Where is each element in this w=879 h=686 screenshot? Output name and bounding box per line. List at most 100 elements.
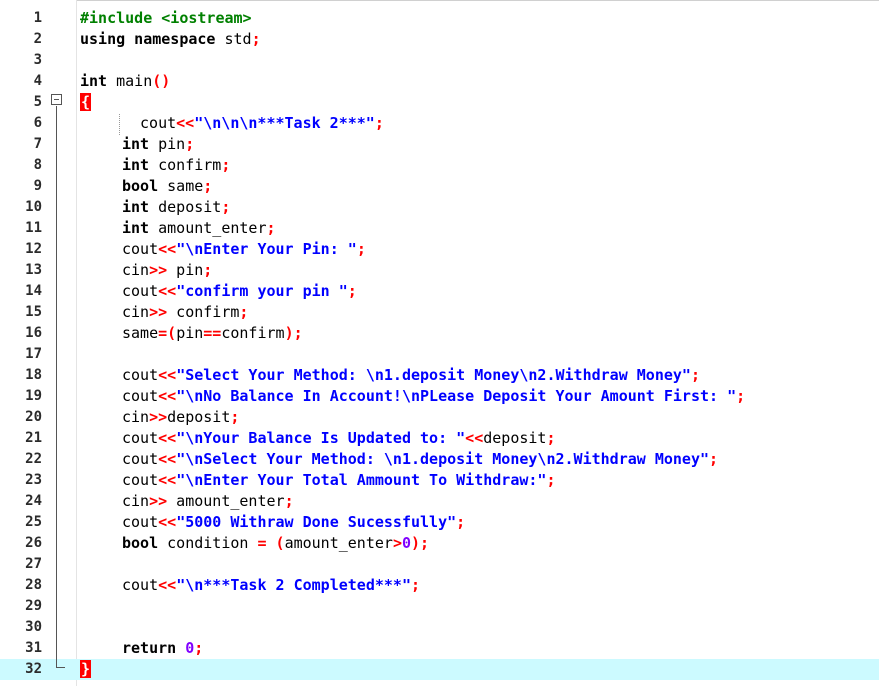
fold-end-marker: [56, 667, 65, 668]
code-editor[interactable]: 1 #include <iostream> 2 using namespace std…: [0, 0, 879, 686]
code-line[interactable]: 8 int confirm;: [0, 155, 879, 176]
code-line[interactable]: 20 cin>>deposit;: [0, 407, 879, 428]
code-token: );: [411, 534, 430, 552]
code-token: >>: [149, 261, 168, 279]
code-line[interactable]: 14 cout<<"confirm your pin ";: [0, 281, 879, 302]
code-text: using namespace std;: [80, 29, 261, 50]
code-token: #include <iostream>: [80, 9, 252, 27]
code-token: pin: [158, 135, 186, 153]
code-token: "\nSelect Your Method: \n1.deposit Money…: [176, 450, 710, 468]
code-line[interactable]: 18 cout<<"Select Your Method: \n1.deposit…: [0, 365, 879, 386]
line-number: 31: [25, 640, 42, 656]
code-line[interactable]: 15 cin>> confirm;: [0, 302, 879, 323]
code-token: ;: [736, 387, 746, 405]
code-token: >>: [149, 408, 168, 426]
code-line[interactable]: 28 cout<<"\n***Task 2 Completed***";: [0, 575, 879, 596]
code-token: >>: [149, 492, 168, 510]
code-token: ;: [203, 261, 213, 279]
code-token: confirm: [221, 324, 285, 342]
code-line[interactable]: 23 cout<<"\nEnter Your Total Ammount To W…: [0, 470, 879, 491]
code-token: using namespace: [80, 30, 225, 48]
code-token: ;: [194, 639, 204, 657]
code-line[interactable]: 9 bool same;: [0, 176, 879, 197]
code-line[interactable]: 10 int deposit;: [0, 197, 879, 218]
code-line[interactable]: 22 cout<<"\nSelect Your Method: \n1.depos…: [0, 449, 879, 470]
code-line[interactable]: 25 cout<<"5000 Withraw Done Sucessfully";: [0, 512, 879, 533]
code-line[interactable]: 4 int main(): [0, 71, 879, 92]
matched-brace: }: [80, 660, 92, 678]
code-line[interactable]: 5{: [0, 92, 879, 113]
code-line[interactable]: 7 int pin;: [0, 134, 879, 155]
code-token: std: [224, 30, 252, 48]
code-line[interactable]: 2 using namespace std;: [0, 29, 879, 50]
editor-top-border: [0, 0, 879, 1]
code-token: ;: [230, 408, 240, 426]
code-line[interactable]: 17: [0, 344, 879, 365]
code-line[interactable]: 29: [0, 596, 879, 617]
code-token: <<: [158, 513, 177, 531]
line-number: 24: [25, 493, 42, 509]
fold-collapse-icon[interactable]: [51, 94, 62, 105]
code-line[interactable]: 6 cout<<"\n\n\n***Task 2***";: [0, 113, 879, 134]
code-token: cin: [122, 261, 150, 279]
code-text: cout<<"Select Your Method: \n1.deposit M…: [122, 365, 700, 386]
code-token: <<: [158, 471, 177, 489]
code-line[interactable]: 21 cout<<"\nYour Balance Is Updated to: "…: [0, 428, 879, 449]
code-token: int: [122, 156, 159, 174]
code-token: confirm: [167, 303, 240, 321]
line-number: 29: [25, 598, 42, 614]
code-line[interactable]: 31 return 0;: [0, 638, 879, 659]
code-token: ;: [546, 471, 556, 489]
line-number: 30: [25, 619, 42, 635]
code-token: >: [392, 534, 402, 552]
code-line[interactable]: 32}: [0, 659, 879, 680]
line-number: 11: [25, 220, 42, 236]
code-token: int: [122, 219, 159, 237]
code-line[interactable]: 1 #include <iostream>: [0, 8, 879, 29]
code-line[interactable]: 19 cout<<"\nNo Balance In Account!\nPLeas…: [0, 386, 879, 407]
code-token: return: [122, 639, 186, 657]
line-number: 23: [25, 472, 42, 488]
code-text: cout<<"confirm your pin ";: [122, 281, 357, 302]
line-number: 7: [33, 136, 42, 152]
code-text: int deposit;: [122, 197, 230, 218]
code-line[interactable]: 16 same=(pin==confirm);: [0, 323, 879, 344]
code-token: "confirm your pin ": [176, 282, 348, 300]
code-line[interactable]: 12 cout<<"\nEnter Your Pin: ";: [0, 239, 879, 260]
code-token: amount_enter: [158, 219, 267, 237]
code-token: ;: [690, 366, 700, 384]
code-token: ;: [239, 303, 249, 321]
code-line[interactable]: 3: [0, 50, 879, 71]
code-line[interactable]: 30: [0, 617, 879, 638]
code-token: "\nEnter Your Total Ammount To Withdraw:…: [176, 471, 547, 489]
line-number: 17: [25, 346, 42, 362]
code-line[interactable]: 13 cin>> pin;: [0, 260, 879, 281]
code-token: ;: [411, 576, 421, 594]
code-text: cout<<"\nEnter Your Pin: ";: [122, 239, 366, 260]
code-token: ;: [356, 240, 366, 258]
code-token: cout: [122, 240, 159, 258]
code-token: >>: [149, 303, 168, 321]
indent-guide: [119, 114, 120, 135]
code-token: amount_enter: [167, 492, 285, 510]
code-token: cout: [122, 576, 159, 594]
code-line[interactable]: 11 int amount_enter;: [0, 218, 879, 239]
line-number: 2: [33, 31, 42, 47]
line-number: 9: [33, 178, 42, 194]
code-token: ;: [456, 513, 466, 531]
code-token: cout: [131, 114, 177, 132]
code-line[interactable]: 26 bool condition = (amount_enter>0);: [0, 533, 879, 554]
code-token: <<: [158, 576, 177, 594]
code-token: <<: [158, 429, 177, 447]
code-token: ==: [203, 324, 222, 342]
code-text: #include <iostream>: [80, 8, 252, 29]
line-number: 16: [25, 325, 42, 341]
code-token: amount_enter: [284, 534, 393, 552]
code-text: cin>> pin;: [122, 260, 212, 281]
line-number: 10: [25, 199, 42, 215]
code-line[interactable]: 24 cin>> amount_enter;: [0, 491, 879, 512]
line-number: 1: [33, 10, 42, 26]
code-line[interactable]: 27: [0, 554, 879, 575]
code-token: cout: [122, 387, 159, 405]
code-text: cin>>deposit;: [122, 407, 239, 428]
